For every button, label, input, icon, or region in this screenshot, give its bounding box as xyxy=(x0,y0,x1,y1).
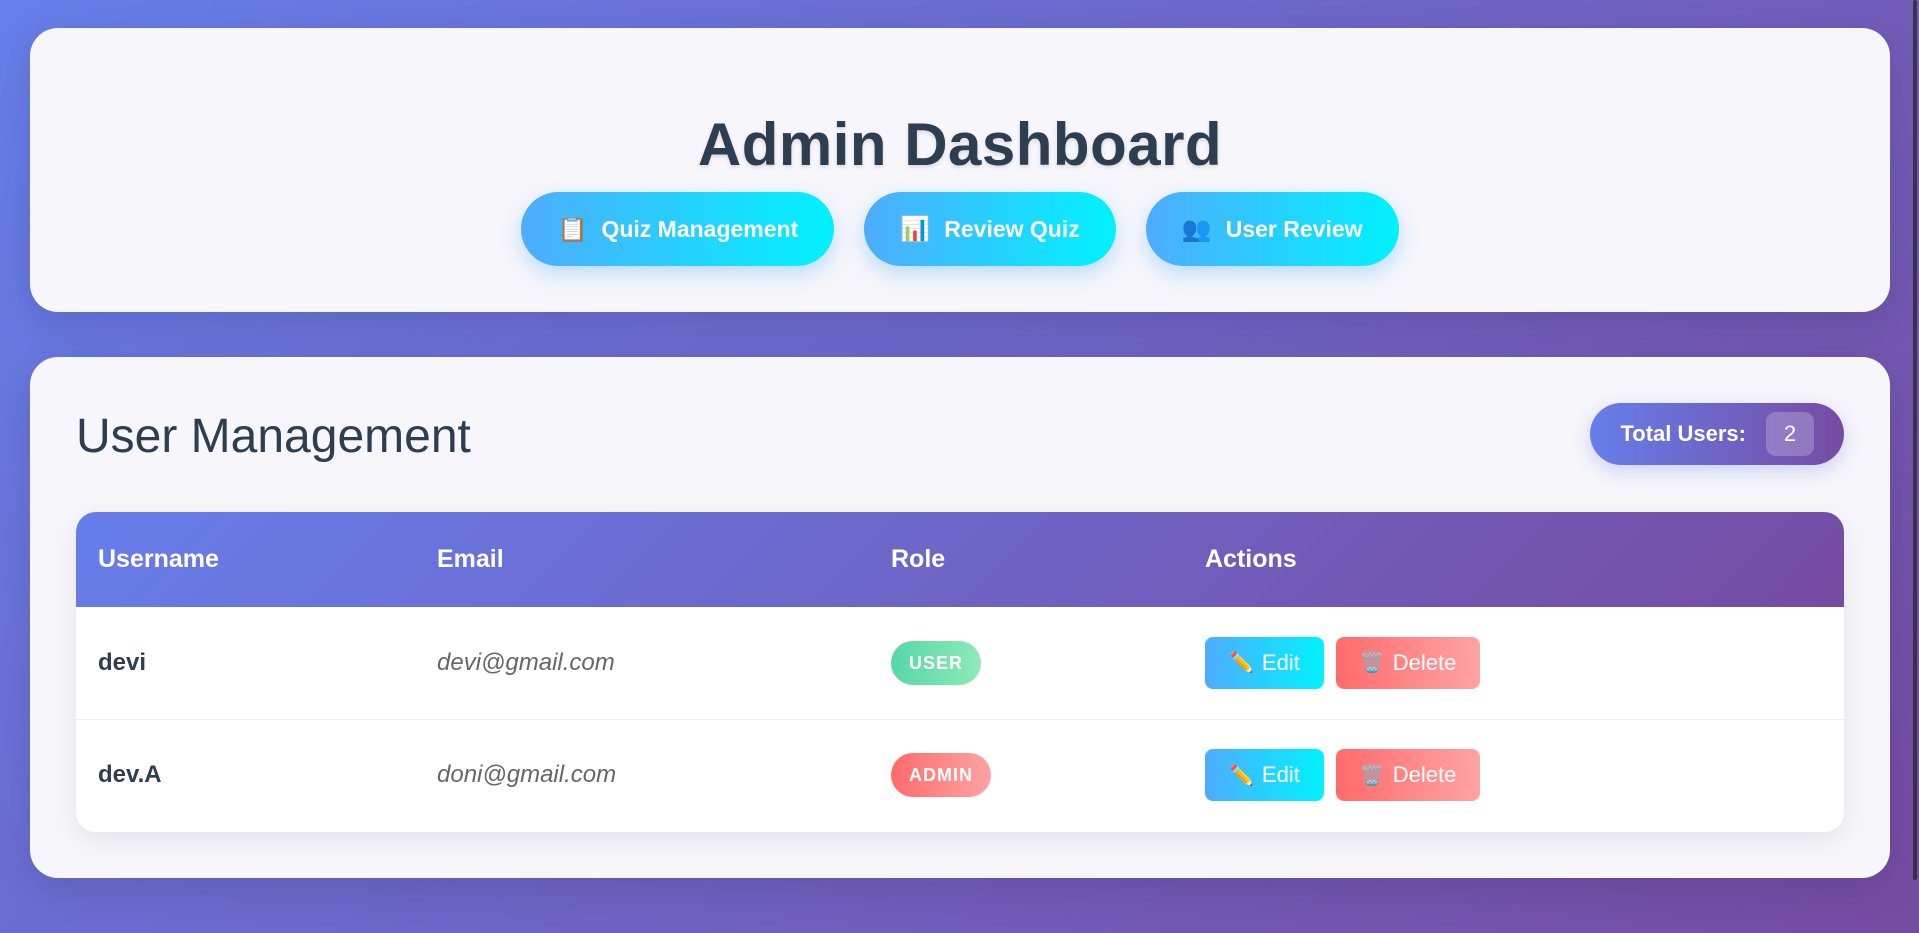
cell-username: dev.A xyxy=(98,761,162,789)
column-header-email: Email xyxy=(437,545,504,573)
quiz-management-button[interactable]: 📋 Quiz Management xyxy=(521,192,835,266)
section-title: User Management xyxy=(76,410,471,463)
table-header-row: Username Email Role Actions xyxy=(76,512,1844,607)
total-users-badge: Total Users: 2 xyxy=(1590,403,1844,465)
edit-button[interactable]: ✏️ Edit xyxy=(1205,749,1324,802)
delete-button[interactable]: 🗑️ Delete xyxy=(1335,636,1481,689)
pencil-icon: ✏️ xyxy=(1229,652,1254,675)
table-row: devi devi@gmail.com USER ✏️ Edit 🗑️ Dele… xyxy=(76,607,1844,719)
nav-button-label: User Review xyxy=(1225,215,1363,242)
cell-email: devi@gmail.com xyxy=(437,648,615,676)
users-icon: 👥 xyxy=(1181,215,1212,243)
scrollbar-thumb[interactable] xyxy=(1913,0,1917,880)
review-quiz-button[interactable]: 📊 Review Quiz xyxy=(864,192,1116,266)
user-management-card: User Management Total Users: 2 Username … xyxy=(30,357,1890,878)
trash-icon: 🗑️ xyxy=(1359,652,1385,675)
role-badge: USER xyxy=(891,640,982,685)
delete-button[interactable]: 🗑️ Delete xyxy=(1335,749,1481,802)
page-title: Admin Dashboard xyxy=(697,111,1223,178)
cell-actions: ✏️ Edit 🗑️ Delete xyxy=(1183,719,1844,831)
bar-chart-icon: 📊 xyxy=(900,215,931,243)
column-header-username: Username xyxy=(98,545,219,573)
cell-email: doni@gmail.com xyxy=(437,761,617,789)
clipboard-icon: 📋 xyxy=(557,215,588,243)
users-table: Username Email Role Actions devi devi@gm… xyxy=(76,512,1844,832)
page-scrollbar[interactable] xyxy=(1911,0,1919,933)
user-review-button[interactable]: 👥 User Review xyxy=(1145,192,1399,266)
cell-actions: ✏️ Edit 🗑️ Delete xyxy=(1183,607,1844,719)
column-header-role: Role xyxy=(891,545,946,573)
cell-role: USER xyxy=(869,607,1183,719)
table-row: dev.A doni@gmail.com ADMIN ✏️ Edit 🗑️ De… xyxy=(76,719,1844,831)
delete-button-label: Delete xyxy=(1392,762,1457,788)
edit-button-label: Edit xyxy=(1261,649,1300,675)
column-header-actions: Actions xyxy=(1205,545,1297,573)
edit-button-label: Edit xyxy=(1261,762,1300,788)
nav-button-label: Quiz Management xyxy=(601,215,799,242)
trash-icon: 🗑️ xyxy=(1359,764,1385,787)
pencil-icon: ✏️ xyxy=(1229,764,1254,787)
nav-button-label: Review Quiz xyxy=(944,215,1080,242)
total-users-label: Total Users: xyxy=(1620,421,1746,446)
role-badge: ADMIN xyxy=(891,753,991,798)
delete-button-label: Delete xyxy=(1392,649,1457,675)
total-users-count: 2 xyxy=(1766,412,1814,456)
header-card: Admin Dashboard 📋 Quiz Management 📊 Revi… xyxy=(30,28,1890,312)
edit-button[interactable]: ✏️ Edit xyxy=(1205,636,1324,689)
cell-role: ADMIN xyxy=(869,719,1183,831)
main-nav: 📋 Quiz Management 📊 Review Quiz 👥 User R… xyxy=(30,192,1890,266)
cell-username: devi xyxy=(98,648,147,676)
